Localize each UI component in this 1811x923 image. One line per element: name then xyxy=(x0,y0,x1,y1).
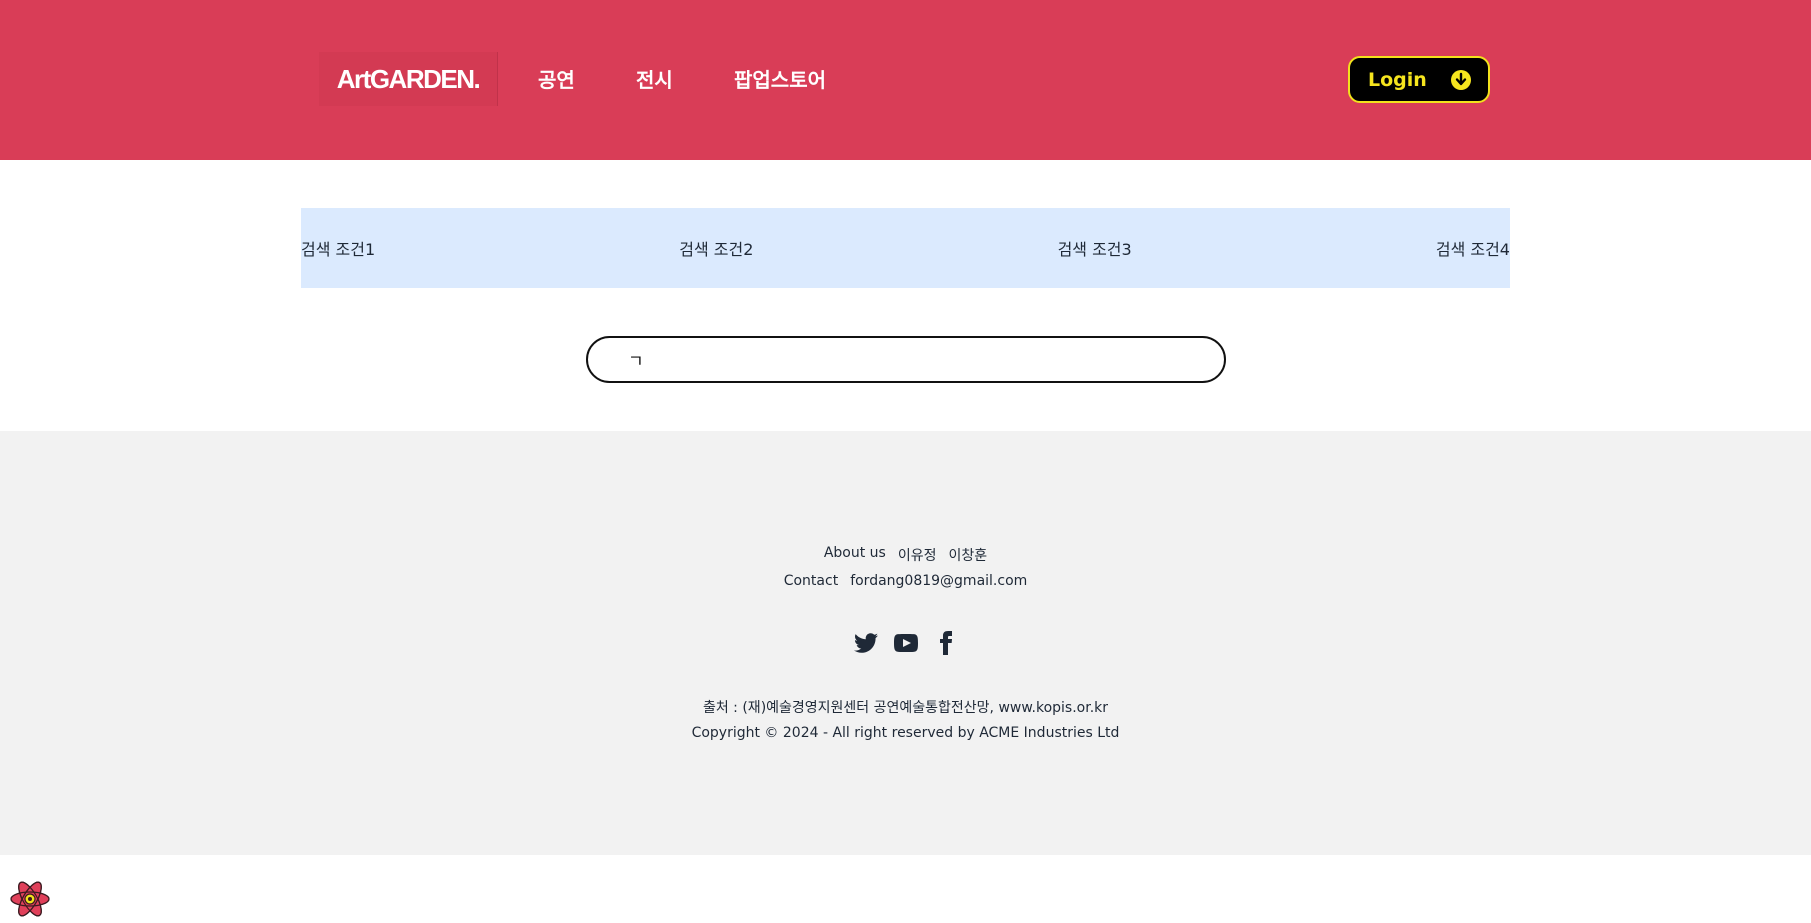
site-footer: About us 이유정 이창훈 Contact fordang0819@gma… xyxy=(0,431,1811,855)
filter-option-1[interactable]: 검색 조건1 xyxy=(301,236,375,260)
logo-link[interactable]: ArtGARDEN. xyxy=(319,52,498,106)
search-input[interactable] xyxy=(628,344,1188,375)
twitter-icon[interactable] xyxy=(853,631,878,655)
filter-option-2[interactable]: 검색 조건2 xyxy=(679,236,753,260)
facebook-icon[interactable] xyxy=(934,631,958,655)
site-header: ArtGARDEN. 공연 전시 팝업스토어 Login xyxy=(0,0,1811,160)
contact-label: Contact xyxy=(783,573,839,589)
filter-option-4[interactable]: 검색 조건4 xyxy=(1436,236,1510,260)
social-links xyxy=(0,631,1811,655)
nav-item-exhibition[interactable]: 전시 xyxy=(636,64,673,93)
login-button-label: Login xyxy=(1368,68,1427,91)
search-box xyxy=(586,336,1226,383)
logo-text: ArtGARDEN. xyxy=(336,63,481,94)
login-button[interactable]: Login xyxy=(1348,56,1490,103)
nav-item-performance[interactable]: 공연 xyxy=(538,64,575,93)
arrow-down-circle-icon xyxy=(1451,69,1471,90)
contact-email[interactable]: fordang0819@gmail.com xyxy=(850,573,1027,589)
search-filter-bar: 검색 조건1 검색 조건2 검색 조건3 검색 조건4 xyxy=(301,208,1510,288)
member-name: 이유정 xyxy=(897,548,937,564)
source-row: 출처 : (재)예술경영지원센터 공연예술통합전산망, www.kopis.or… xyxy=(0,697,1811,717)
about-row: About us 이유정 이창훈 xyxy=(0,545,1811,565)
react-logo-icon[interactable] xyxy=(8,879,52,919)
copyright-row: Copyright © 2024 - All right reserved by… xyxy=(0,725,1811,741)
youtube-icon[interactable] xyxy=(893,631,918,655)
member-name: 이창훈 xyxy=(948,548,988,564)
filter-option-3[interactable]: 검색 조건3 xyxy=(1058,236,1132,260)
copyright-text: Copyright © 2024 - All right reserved by… xyxy=(691,725,1120,741)
about-us-label: About us xyxy=(823,545,886,561)
contact-row: Contact fordang0819@gmail.com xyxy=(0,573,1811,589)
nav-item-popup-store[interactable]: 팝업스토어 xyxy=(734,64,826,93)
data-source-text: 출처 : (재)예술경영지원센터 공연예술통합전산망, www.kopis.or… xyxy=(702,700,1109,716)
